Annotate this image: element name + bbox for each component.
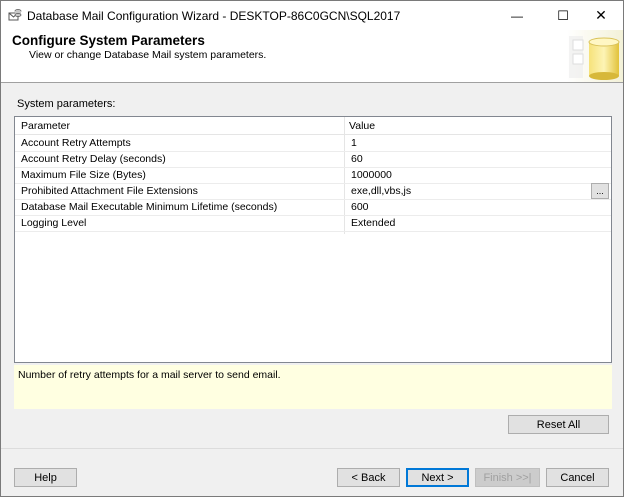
title-bar[interactable]: Database Mail Configuration Wizard - DES… [1,1,623,30]
database-mail-app-icon [8,9,22,21]
parameter-name: Maximum File Size (Bytes) [21,169,146,181]
wizard-header-banner: Configure System Parameters View or chan… [1,30,623,83]
system-parameters-label: System parameters: [17,98,116,110]
parameter-name: Database Mail Executable Minimum Lifetim… [21,201,278,213]
parameter-name: Prohibited Attachment File Extensions [21,185,198,197]
table-row[interactable]: Account Retry Delay (seconds) 60 [15,151,611,168]
next-button[interactable]: Next > [406,468,469,487]
window-title: Database Mail Configuration Wizard - DES… [27,9,401,23]
table-row[interactable]: Prohibited Attachment File Extensions ex… [15,183,611,200]
parameter-value[interactable]: 600 [351,201,369,213]
parameter-name: Account Retry Attempts [21,137,131,149]
parameter-description-panel: Number of retry attempts for a mail serv… [14,365,612,409]
reset-all-button[interactable]: Reset All [508,415,609,434]
parameter-name: Logging Level [21,217,87,229]
parameter-value[interactable]: 1000000 [351,169,392,181]
close-icon: ✕ [595,7,607,23]
edit-extensions-button[interactable]: ... [591,183,609,199]
back-button[interactable]: < Back [337,468,400,487]
parameter-description: Number of retry attempts for a mail serv… [18,369,281,381]
wizard-window: Database Mail Configuration Wizard - DES… [0,0,624,497]
page-subtitle: View or change Database Mail system para… [29,49,267,61]
table-row[interactable]: Maximum File Size (Bytes) 1000000 [15,167,611,184]
maximize-icon: ☐ [557,7,569,23]
grid-header: Parameter Value [15,117,611,135]
page-title: Configure System Parameters [12,33,205,48]
minimize-button[interactable]: — [494,1,540,30]
parameter-value[interactable]: exe,dll,vbs,js [351,185,411,197]
table-row[interactable]: Account Retry Attempts 1 [15,135,611,152]
cancel-button[interactable]: Cancel [546,468,609,487]
finish-button[interactable]: Finish >>| [475,468,540,487]
table-row[interactable]: Database Mail Executable Minimum Lifetim… [15,199,611,216]
parameter-value[interactable]: 1 [351,137,357,149]
value-column-header[interactable]: Value [349,120,375,132]
database-logo-icon [567,30,623,82]
parameter-name: Account Retry Delay (seconds) [21,153,166,165]
system-parameters-grid[interactable]: Parameter Value Account Retry Attempts 1… [14,116,612,363]
parameter-column-header[interactable]: Parameter [21,120,70,132]
parameter-value[interactable]: 60 [351,153,363,165]
footer-divider [1,448,623,449]
minimize-icon: — [511,8,523,23]
close-button[interactable]: ✕ [578,1,623,30]
help-button[interactable]: Help [14,468,77,487]
parameter-value[interactable]: Extended [351,217,395,229]
table-row[interactable]: Logging Level Extended [15,215,611,232]
